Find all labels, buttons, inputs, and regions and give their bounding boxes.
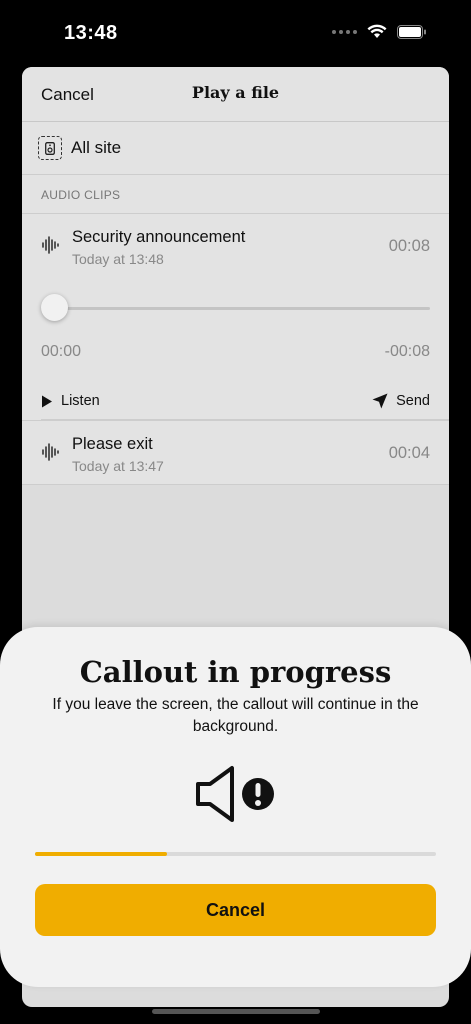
status-time: 13:48 (64, 22, 118, 44)
clip-time: Today at 13:48 (72, 251, 164, 267)
send-label: Send (396, 393, 430, 409)
home-indicator (152, 1009, 320, 1014)
audio-clip-row[interactable]: Security announcement Today at 13:48 00:… (22, 214, 449, 277)
audio-clip-item[interactable]: Please exit Today at 13:47 00:04 (22, 421, 449, 485)
callout-progress-modal: Callout in progress If you leave the scr… (0, 627, 471, 987)
audio-clip-item[interactable]: Security announcement Today at 13:48 00:… (22, 214, 449, 421)
target-site-row[interactable]: All site (22, 122, 449, 175)
callout-progress-fill (35, 852, 167, 856)
remaining-time: -00:08 (384, 343, 430, 360)
waveform-icon (42, 443, 59, 461)
target-site-label: All site (71, 138, 122, 157)
cellular-signal-icon (332, 29, 357, 34)
playback-slider-track[interactable] (41, 307, 430, 310)
clip-duration: 00:04 (388, 444, 430, 462)
audio-clip-row[interactable]: Please exit Today at 13:47 00:04 (22, 421, 449, 484)
playback-slider-thumb[interactable] (41, 294, 68, 321)
battery-icon (397, 24, 426, 39)
status-bar: 13:48 (0, 0, 471, 60)
listen-button[interactable]: Listen (41, 393, 100, 409)
clip-name: Security announcement (72, 228, 246, 246)
clip-time: Today at 13:47 (72, 458, 164, 474)
waveform-icon (42, 236, 59, 254)
cancel-callout-button[interactable]: Cancel (35, 884, 436, 936)
status-icons (332, 24, 427, 39)
speaker-icon (38, 136, 62, 160)
audio-player: 00:00 -00:08 Listen Send (22, 277, 449, 420)
wifi-icon (367, 24, 387, 38)
section-header-audio-clips: AUDIO CLIPS (22, 175, 449, 214)
speaker-alert-icon (196, 766, 274, 822)
clip-duration: 00:08 (388, 237, 430, 255)
modal-title: Callout in progress (79, 655, 392, 689)
clip-name: Please exit (72, 435, 153, 453)
elapsed-time: 00:00 (41, 343, 82, 360)
play-icon (42, 395, 52, 407)
send-icon (372, 393, 388, 409)
listen-label: Listen (61, 393, 100, 409)
page-title: Play a file (191, 83, 280, 102)
modal-message: If you leave the screen, the callout wil… (52, 696, 419, 735)
nav-bar: Cancel Play a file (22, 67, 449, 122)
send-button[interactable]: Send (372, 393, 430, 409)
